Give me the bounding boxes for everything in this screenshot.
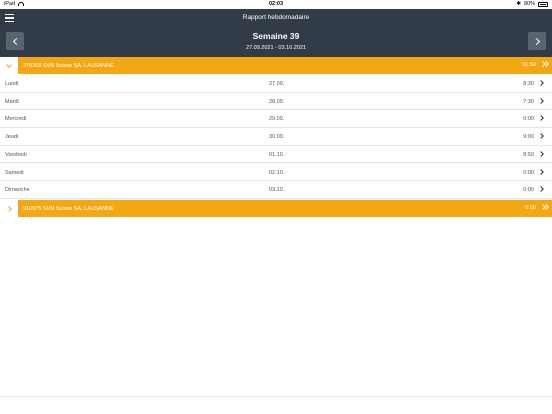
- day-name: Jeudi: [5, 134, 19, 141]
- double-chevron-right-icon[interactable]: [540, 61, 549, 67]
- group-bar[interactable]: 910975 SVN Suisse SA, LAUSANNE 0:00: [18, 200, 552, 217]
- next-week-button[interactable]: [528, 32, 546, 50]
- day-date: 30.09.: [269, 134, 285, 141]
- date-range: 27.09.2021 - 03.10.2021: [246, 45, 306, 51]
- day-row[interactable]: Mardi 28.09. 7:30: [0, 93, 552, 111]
- chevron-right-icon: [538, 80, 544, 86]
- chevron-right-icon: [538, 133, 544, 139]
- day-hours: 0:00: [523, 169, 534, 176]
- status-time: 02:03: [268, 1, 284, 7]
- day-hours: 0:00: [523, 187, 534, 194]
- double-chevron-right-icon[interactable]: [540, 204, 549, 210]
- status-right: ✱ 80%: [516, 1, 548, 7]
- day-name: Mercredi: [5, 116, 27, 123]
- status-bar: iPad 02:03 ✱ 80%: [0, 0, 552, 9]
- group-label: 910975 SVN Suisse SA, LAUSANNE: [23, 205, 114, 212]
- bottom-divider: [0, 396, 552, 397]
- chevron-right-icon: [538, 150, 544, 157]
- group-toggle[interactable]: [0, 200, 18, 217]
- week-label: Semaine 39: [252, 31, 300, 41]
- group-bar[interactable]: 275368 SVN Suisse SA, LAUSANNE 01:50: [18, 57, 552, 74]
- day-row[interactable]: Mercredi 29.09. 0:00: [0, 110, 552, 129]
- chevron-right-icon: [538, 97, 544, 104]
- day-date: 03.10.: [269, 187, 285, 194]
- day-date: 02.10.: [269, 169, 285, 176]
- day-hours: 7:30: [523, 98, 534, 105]
- day-hours: 8:50: [523, 151, 534, 158]
- project-group-1[interactable]: 275368 SVN Suisse SA, LAUSANNE 01:50: [0, 57, 552, 74]
- chevron-right-icon: [6, 205, 12, 212]
- day-row[interactable]: Samedi 02.10. 0:00: [0, 164, 552, 182]
- day-date: 01.10.: [269, 151, 285, 158]
- group-total: 01:50: [522, 62, 536, 68]
- chevron-right-icon: [532, 37, 540, 45]
- page-title: Rapport hebdomadaire: [242, 14, 310, 21]
- day-row[interactable]: Jeudi 30.09. 9:00: [0, 128, 552, 146]
- header: Rapport hebdomadaire Semaine 39 27.09.20…: [0, 9, 552, 57]
- bluetooth-icon: ✱: [516, 1, 521, 7]
- day-hours: 8:30: [523, 81, 534, 87]
- day-name: Samedi: [5, 169, 24, 176]
- day-row[interactable]: Lundi 27.09. 8:30: [0, 75, 552, 93]
- day-name: Lundi: [5, 81, 19, 87]
- day-name: Vendredi: [5, 151, 27, 158]
- project-group-2[interactable]: 910975 SVN Suisse SA, LAUSANNE 0:00: [0, 200, 552, 217]
- chevron-right-icon: [538, 168, 544, 175]
- day-hours: 9:00: [523, 134, 534, 141]
- battery-percent: 80%: [523, 1, 535, 7]
- battery-icon: [538, 1, 548, 7]
- day-name: Mardi: [5, 98, 19, 105]
- group-toggle[interactable]: [0, 57, 18, 74]
- day-date: 28.09.: [269, 98, 285, 105]
- day-hours: 0:00: [523, 116, 534, 123]
- day-name: Dimanche: [5, 187, 30, 194]
- day-row[interactable]: Vendredi 01.10. 8:50: [0, 146, 552, 164]
- chevron-right-icon: [538, 186, 544, 193]
- day-date: 27.09.: [269, 81, 285, 87]
- chevron-right-icon: [538, 115, 544, 122]
- group-label: 275368 SVN Suisse SA, LAUSANNE: [23, 62, 114, 69]
- day-row[interactable]: Dimanche 03.10. 0:00: [0, 181, 552, 199]
- chevron-down-icon: [6, 61, 12, 68]
- day-date: 29.09.: [269, 116, 285, 123]
- group-total: 0:00: [525, 205, 536, 211]
